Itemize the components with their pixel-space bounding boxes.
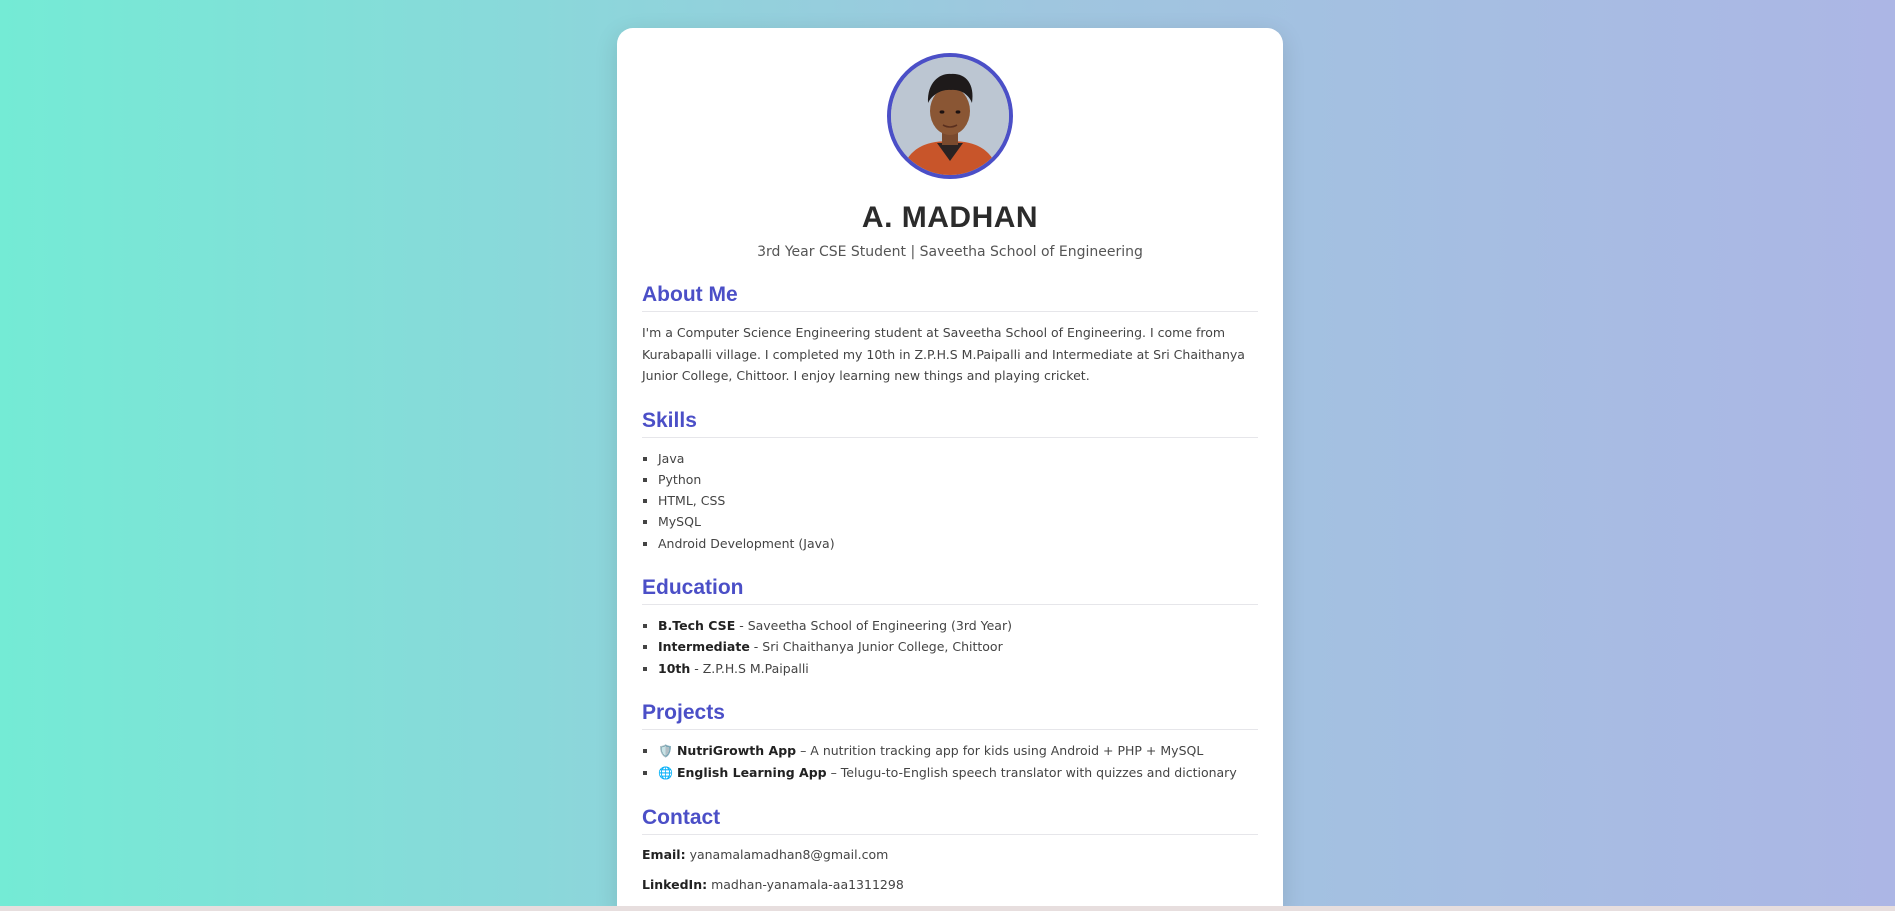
project-title: NutriGrowth App: [676, 742, 797, 758]
education-heading: Education: [642, 576, 1258, 605]
education-item: B.Tech CSE - Saveetha School of Engineer…: [658, 615, 1258, 636]
shield-icon: 🛡️: [658, 743, 673, 758]
email-value[interactable]: yanamalamadhan8@gmail.com: [690, 847, 889, 862]
profile-subtitle: 3rd Year CSE Student | Saveetha School o…: [757, 244, 1143, 260]
bottom-edge-strip: [0, 906, 1895, 911]
education-detail: - Z.P.H.S M.Paipalli: [690, 660, 809, 676]
email-label: Email:: [642, 847, 686, 863]
skills-section: Skills Java Python HTML, CSS MySQL Andro…: [642, 409, 1258, 554]
education-detail: - Saveetha School of Engineering (3rd Ye…: [735, 617, 1012, 633]
skill-item: MySQL: [658, 511, 1258, 532]
contact-heading: Contact: [642, 806, 1258, 836]
contact-email-line: Email: yanamalamadhan8@gmail.com: [642, 845, 1258, 865]
profile-card: A. MADHAN 3rd Year CSE Student | Saveeth…: [617, 28, 1283, 911]
contact-section: Contact Email: yanamalamadhan8@gmail.com…: [642, 806, 1258, 895]
project-title: English Learning App: [676, 765, 827, 781]
skills-heading: Skills: [642, 409, 1258, 438]
projects-section: Projects 🛡️NutriGrowth App – A nutrition…: [642, 701, 1258, 785]
skill-item: Python: [658, 469, 1258, 490]
education-item: 10th - Z.P.H.S M.Paipalli: [658, 658, 1258, 679]
skill-item: HTML, CSS: [658, 490, 1258, 511]
project-item: 🌐English Learning App – Telugu-to-Englis…: [658, 762, 1258, 784]
linkedin-label: LinkedIn:: [642, 877, 708, 893]
profile-name: A. MADHAN: [861, 201, 1039, 234]
education-section: Education B.Tech CSE - Saveetha School o…: [642, 576, 1258, 679]
about-text: I'm a Computer Science Engineering stude…: [642, 325, 1245, 383]
education-degree: 10th: [658, 660, 691, 676]
about-section: About Me I'm a Computer Science Engineer…: [642, 283, 1258, 387]
skill-item: Java: [658, 448, 1258, 469]
education-degree: B.Tech CSE: [658, 617, 736, 633]
avatar: [887, 53, 1013, 179]
project-detail: – A nutrition tracking app for kids usin…: [796, 742, 1204, 758]
profile-photo-icon: [891, 57, 1009, 175]
globe-icon: 🌐: [658, 766, 673, 781]
avatar-wrapper: [642, 53, 1258, 179]
skill-item: Android Development (Java): [658, 533, 1258, 554]
about-heading: About Me: [642, 283, 1258, 312]
education-degree: Intermediate: [658, 639, 750, 655]
skills-list: Java Python HTML, CSS MySQL Android Deve…: [642, 448, 1258, 554]
education-list: B.Tech CSE - Saveetha School of Engineer…: [642, 615, 1258, 679]
education-item: Intermediate - Sri Chaithanya Junior Col…: [658, 636, 1258, 657]
project-item: 🛡️NutriGrowth App – A nutrition tracking…: [658, 740, 1258, 762]
education-detail: - Sri Chaithanya Junior College, Chittoo…: [749, 639, 1003, 655]
projects-heading: Projects: [642, 701, 1258, 730]
project-detail: – Telugu-to-English speech translator wi…: [826, 765, 1237, 781]
contact-linkedin-line: LinkedIn: madhan-yanamala-aa1311298: [642, 875, 1258, 895]
projects-list: 🛡️NutriGrowth App – A nutrition tracking…: [642, 740, 1258, 785]
linkedin-value[interactable]: madhan-yanamala-aa1311298: [711, 877, 904, 892]
